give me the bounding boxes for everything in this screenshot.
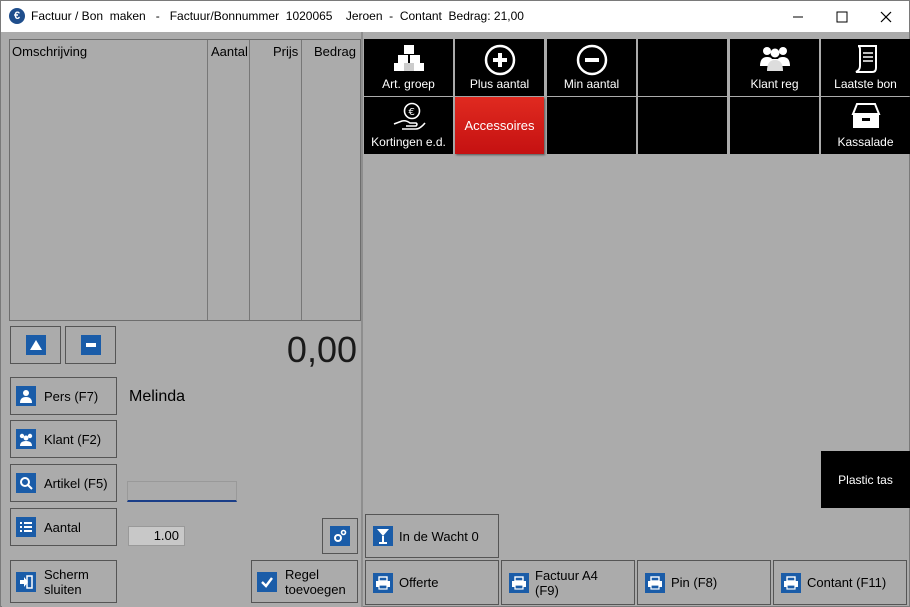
regel-line-2: toevoegen <box>285 581 346 597</box>
pers-button-label: Pers (F7) <box>44 388 99 404</box>
scherm-line-2: sluiten <box>44 581 82 597</box>
search-icon <box>16 473 36 493</box>
grid-header-aantal[interactable]: Aantal <box>211 44 248 59</box>
tile-art-groep-label: Art. groep <box>382 77 435 91</box>
minus-icon <box>80 335 101 355</box>
maximize-icon <box>836 11 848 22</box>
aantal-button[interactable]: Aantal <box>10 508 117 546</box>
grid-col-aantal <box>208 40 250 320</box>
cash-drawer-icon <box>851 103 880 128</box>
tile-klant-reg-label: Klant reg <box>750 77 799 91</box>
app-logo-icon: € <box>9 8 25 24</box>
title-bar: € Factuur / Bon maken - Factuur/Bonnumme… <box>1 1 909 32</box>
tile-klant-reg[interactable]: Klant reg <box>730 39 819 96</box>
app-window: € Factuur / Bon maken - Factuur/Bonnumme… <box>0 0 910 607</box>
grid-header-prijs[interactable]: Prijs <box>273 44 298 59</box>
arrow-up-icon <box>25 335 46 355</box>
plus-circle-icon <box>484 44 515 76</box>
tile-kassalade[interactable]: Kassalade <box>821 97 910 154</box>
factuur-a4-label: Factuur A4 (F9) <box>535 568 598 598</box>
scherm-sluiten-label: Scherm sluiten <box>44 567 89 597</box>
gears-icon <box>330 526 350 546</box>
checkmark-icon <box>257 571 277 592</box>
close-button[interactable] <box>863 1 909 32</box>
tile-laatste-bon[interactable]: Laatste bon <box>821 39 910 96</box>
scherm-line-1: Scherm <box>44 566 89 582</box>
tile-plus-aantal[interactable]: Plus aantal <box>455 39 544 96</box>
offerte-label: Offerte <box>399 575 439 590</box>
contant-label: Contant (F11) <box>807 575 887 590</box>
tile-plus-aantal-label: Plus aantal <box>469 77 530 91</box>
selected-person: Melinda <box>129 388 186 405</box>
grid-header-bedrag[interactable]: Bedrag <box>314 44 356 59</box>
tile-empty-2[interactable] <box>547 97 636 154</box>
move-up-button[interactable] <box>10 326 61 364</box>
maximize-button[interactable] <box>819 1 865 32</box>
receipt-icon <box>855 45 877 73</box>
grid-header-omschrijving[interactable]: Omschrijving <box>12 44 87 59</box>
regel-toevoegen-button[interactable]: Regel toevoegen <box>251 560 358 603</box>
minus-circle-icon <box>576 44 607 76</box>
klant-button-label: Klant (F2) <box>44 431 102 447</box>
close-icon <box>880 11 892 22</box>
remove-line-button[interactable] <box>65 326 116 364</box>
regel-toevoegen-label: Regel toevoegen <box>285 567 346 597</box>
pers-button[interactable]: Pers (F7) <box>10 377 117 415</box>
in-de-wacht-button[interactable]: In de Wacht 0 <box>365 514 499 558</box>
artikel-button-label: Artikel (F5) <box>44 475 108 491</box>
total-amount: 0,00 <box>286 329 357 370</box>
aantal-button-label: Aantal <box>44 519 81 535</box>
in-de-wacht-label: In de Wacht 0 <box>399 528 479 544</box>
exit-icon <box>16 571 36 592</box>
hand-euro-icon: € <box>393 102 426 130</box>
factuur-a4-button[interactable]: Factuur A4 (F9) <box>501 560 635 605</box>
person-icon <box>16 386 36 406</box>
invoice-lines-grid[interactable]: Omschrijving Aantal Prijs Bedrag <box>9 39 361 321</box>
regel-line-1: Regel <box>285 566 319 582</box>
scherm-sluiten-button[interactable]: Scherm sluiten <box>10 560 117 603</box>
contant-button[interactable]: Contant (F11) <box>773 560 907 605</box>
pin-button[interactable]: Pin (F8) <box>637 560 771 605</box>
aantal-input[interactable]: 1.00 <box>128 526 185 546</box>
minimize-button[interactable] <box>775 1 821 32</box>
artikel-input[interactable] <box>127 481 237 502</box>
offerte-button[interactable]: Offerte <box>365 560 499 605</box>
tile-kassalade-label: Kassalade <box>837 135 894 149</box>
printer-icon <box>509 572 529 593</box>
printer-icon <box>373 572 393 593</box>
tile-min-aantal-label: Min aantal <box>563 77 620 91</box>
pin-label: Pin (F8) <box>671 575 718 590</box>
tile-accessoires[interactable]: Accessoires <box>455 97 544 154</box>
tile-plastic-tas[interactable]: Plastic tas <box>821 451 910 508</box>
factuur-line-1: Factuur A4 <box>535 567 598 583</box>
factuur-line-2: (F9) <box>535 582 559 598</box>
window-title: Factuur / Bon maken - Factuur/Bonnummer … <box>31 9 524 23</box>
tile-empty-4[interactable] <box>730 97 819 154</box>
cocktail-icon <box>373 526 393 546</box>
minimize-icon <box>793 16 803 17</box>
list-icon <box>16 517 36 537</box>
tile-kortingen-label: Kortingen e.d. <box>371 135 446 149</box>
klant-button[interactable]: Klant (F2) <box>10 420 117 458</box>
grid-col-omschrijving <box>10 40 208 320</box>
tile-accessoires-label: Accessoires <box>464 118 535 133</box>
tile-laatste-bon-label: Laatste bon <box>834 77 897 91</box>
tile-min-aantal[interactable]: Min aantal <box>547 39 636 96</box>
printer-icon <box>645 572 665 593</box>
settings-button[interactable] <box>322 518 358 554</box>
left-pane: Omschrijving Aantal Prijs Bedrag 0,00 Pe… <box>2 32 363 607</box>
group-icon <box>759 47 790 71</box>
tile-kortingen[interactable]: € Kortingen e.d. <box>364 97 453 154</box>
printer-icon <box>781 572 801 593</box>
tile-empty-3[interactable] <box>638 97 727 154</box>
customers-icon <box>16 429 36 449</box>
tile-plastic-tas-label: Plastic tas <box>838 472 893 487</box>
tile-art-groep[interactable]: Art. groep <box>364 39 453 96</box>
artikel-button[interactable]: Artikel (F5) <box>10 464 117 502</box>
boxes-icon <box>393 45 424 71</box>
tile-empty-1[interactable] <box>638 39 727 96</box>
grid-col-prijs <box>250 40 302 320</box>
svg-text:€: € <box>408 107 414 118</box>
